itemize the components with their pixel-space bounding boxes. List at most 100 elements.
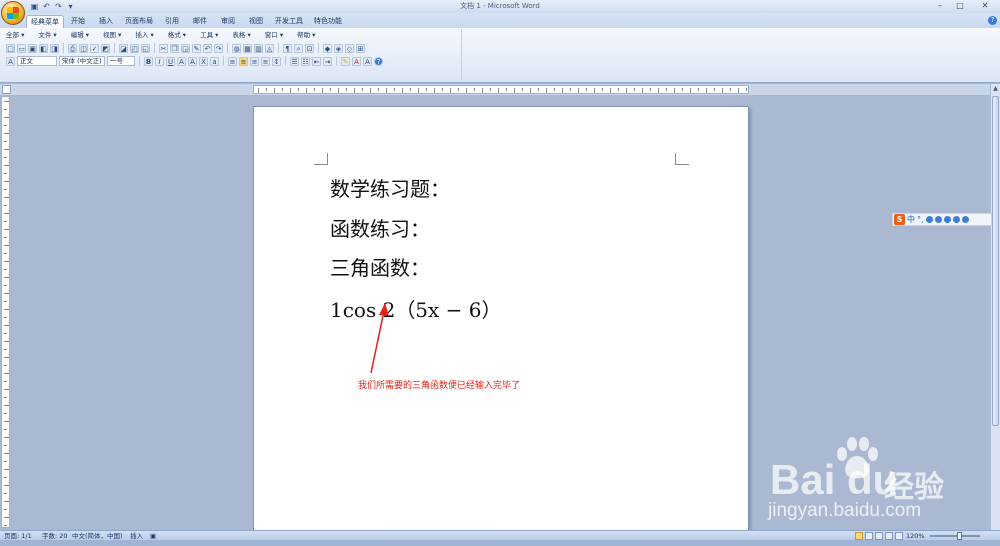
text-effects-icon[interactable]: A	[363, 56, 372, 66]
ime-toolbar[interactable]: S 中 °,	[892, 213, 992, 226]
print-icon[interactable]: ⎙	[68, 43, 77, 53]
increase-indent-icon[interactable]: ⇥	[323, 56, 332, 66]
menu-all[interactable]: 全部 ▾	[6, 30, 24, 41]
office-button[interactable]	[1, 1, 25, 25]
print-layout-view-icon[interactable]	[855, 532, 863, 540]
keyboard-icon[interactable]	[943, 216, 951, 223]
voice-icon[interactable]	[934, 216, 942, 223]
maximize-button[interactable]: □	[950, 0, 970, 12]
numbering-icon[interactable]: ☰	[290, 56, 299, 66]
decrease-indent-icon[interactable]: ⇤	[312, 56, 321, 66]
menu-tools[interactable]: 工具 ▾	[200, 30, 218, 41]
vertical-ruler[interactable]	[1, 96, 10, 528]
style-select[interactable]: 正文	[17, 56, 57, 66]
drawing-icon[interactable]: ◬	[265, 43, 274, 53]
tab-classic-menu[interactable]: 经典菜单	[26, 15, 64, 28]
char-scale-icon[interactable]: X	[199, 56, 208, 66]
styles-pane-icon[interactable]: A	[6, 56, 15, 66]
font-size-select[interactable]: 一号	[107, 56, 135, 66]
char-border-icon[interactable]: A	[177, 56, 186, 66]
zoom-slider-knob[interactable]	[957, 532, 962, 540]
outline-view-icon[interactable]	[885, 532, 893, 540]
tab-home[interactable]: 开始	[66, 15, 90, 28]
highlight-box-icon[interactable]: ◆	[323, 43, 332, 53]
brush-icon[interactable]: ✎	[192, 43, 201, 53]
toolbox-icon[interactable]	[961, 216, 969, 223]
vertical-scrollbar[interactable]: ▲	[990, 84, 1000, 530]
menu-window[interactable]: 窗口 ▾	[265, 30, 283, 41]
line-spacing-icon[interactable]: ↕	[272, 56, 281, 66]
zoom-icon[interactable]: ⌕	[294, 43, 303, 53]
doc-line-trig[interactable]: 三角函数：	[330, 252, 430, 281]
scrollbar-thumb[interactable]	[992, 96, 999, 426]
tab-developer[interactable]: 开发工具	[272, 15, 306, 28]
menu-format[interactable]: 格式 ▾	[168, 30, 186, 41]
table-icon[interactable]: ▦	[243, 43, 252, 53]
ime-mode[interactable]: 中	[907, 214, 915, 225]
full-screen-reading-view-icon[interactable]	[865, 532, 873, 540]
tab-review[interactable]: 审阅	[216, 15, 240, 28]
border-icon[interactable]: ⊞	[356, 43, 365, 53]
web-layout-view-icon[interactable]	[875, 532, 883, 540]
save-icon[interactable]: ▣	[28, 43, 37, 53]
research-icon[interactable]: ◩	[101, 43, 110, 53]
open-icon[interactable]: ▭	[17, 43, 26, 53]
align-center-icon[interactable]: ≡	[239, 56, 248, 66]
close-button[interactable]: ✕	[970, 0, 1000, 12]
document-page[interactable]: 数学练习题： 函数练习： 三角函数： 1cos 2（5x − 6） 我们所需要的…	[253, 106, 749, 532]
tab-selector-button[interactable]	[2, 85, 11, 94]
justify-icon[interactable]: ≡	[261, 56, 270, 66]
sogou-logo-icon[interactable]: S	[894, 214, 905, 225]
spelling-icon[interactable]: ✓	[90, 43, 99, 53]
emoji-icon[interactable]	[925, 216, 933, 223]
tab-mailings[interactable]: 邮件	[188, 15, 212, 28]
italic-button[interactable]: I	[155, 56, 164, 66]
change-case-icon[interactable]: a	[210, 56, 219, 66]
new-document-icon[interactable]: □	[6, 43, 15, 53]
copy-format-icon[interactable]: ◪	[119, 43, 128, 53]
menu-file[interactable]: 文件 ▾	[38, 30, 56, 41]
wordart-icon[interactable]: ◇	[345, 43, 354, 53]
minimize-button[interactable]: –	[930, 0, 950, 12]
help-circle-icon[interactable]: ?	[374, 56, 383, 66]
tab-references[interactable]: 引用	[160, 15, 184, 28]
skin-icon[interactable]	[952, 216, 960, 223]
align-right-icon[interactable]: ≡	[250, 56, 259, 66]
pdf-icon[interactable]: ◨	[50, 43, 59, 53]
scroll-up-icon[interactable]: ▲	[992, 85, 999, 92]
copy-icon[interactable]: ❐	[170, 43, 179, 53]
shapes-icon[interactable]: ◈	[334, 43, 343, 53]
draft-view-icon[interactable]	[895, 532, 903, 540]
ime-punctuation[interactable]: °,	[917, 214, 924, 225]
print-preview-icon[interactable]: ◫	[79, 43, 88, 53]
horizontal-ruler[interactable]	[253, 85, 749, 94]
tab-page-layout[interactable]: 页面布局	[122, 15, 156, 28]
bullets-icon[interactable]: ☷	[301, 56, 310, 66]
doc-line-functions[interactable]: 函数练习：	[330, 213, 430, 242]
tab-special-features[interactable]: 特色功能	[310, 15, 346, 28]
menu-insert[interactable]: 插入 ▾	[135, 30, 153, 41]
menu-view[interactable]: 视图 ▾	[103, 30, 121, 41]
font-select[interactable]: 宋体 (中文正)	[59, 56, 105, 66]
help-icon[interactable]: ?	[988, 16, 997, 25]
tab-view[interactable]: 视图	[244, 15, 268, 28]
tab-insert[interactable]: 插入	[94, 15, 118, 28]
hyperlink-icon[interactable]: ◍	[232, 43, 241, 53]
menu-help[interactable]: 帮助 ▾	[297, 30, 315, 41]
undo-icon[interactable]: ↶	[203, 43, 212, 53]
doc-line-title[interactable]: 数学练习题：	[330, 173, 450, 202]
format-painter-icon[interactable]: ◱	[141, 43, 150, 53]
zoom-slider[interactable]	[930, 535, 980, 537]
columns-icon[interactable]: ▥	[254, 43, 263, 53]
bold-button[interactable]: B	[144, 56, 153, 66]
permission-icon[interactable]: ◧	[39, 43, 48, 53]
char-shading-icon[interactable]: A	[188, 56, 197, 66]
doc-formula[interactable]: 1cos 2（5x − 6）	[330, 294, 502, 323]
paste-icon[interactable]: ◲	[181, 43, 190, 53]
menu-table[interactable]: 表格 ▾	[232, 30, 250, 41]
redo-icon[interactable]: ↷	[214, 43, 223, 53]
paste-special-icon[interactable]: ◰	[130, 43, 139, 53]
underline-button[interactable]: U	[166, 56, 175, 66]
fit-icon[interactable]: ⊡	[305, 43, 314, 53]
show-marks-icon[interactable]: ¶	[283, 43, 292, 53]
